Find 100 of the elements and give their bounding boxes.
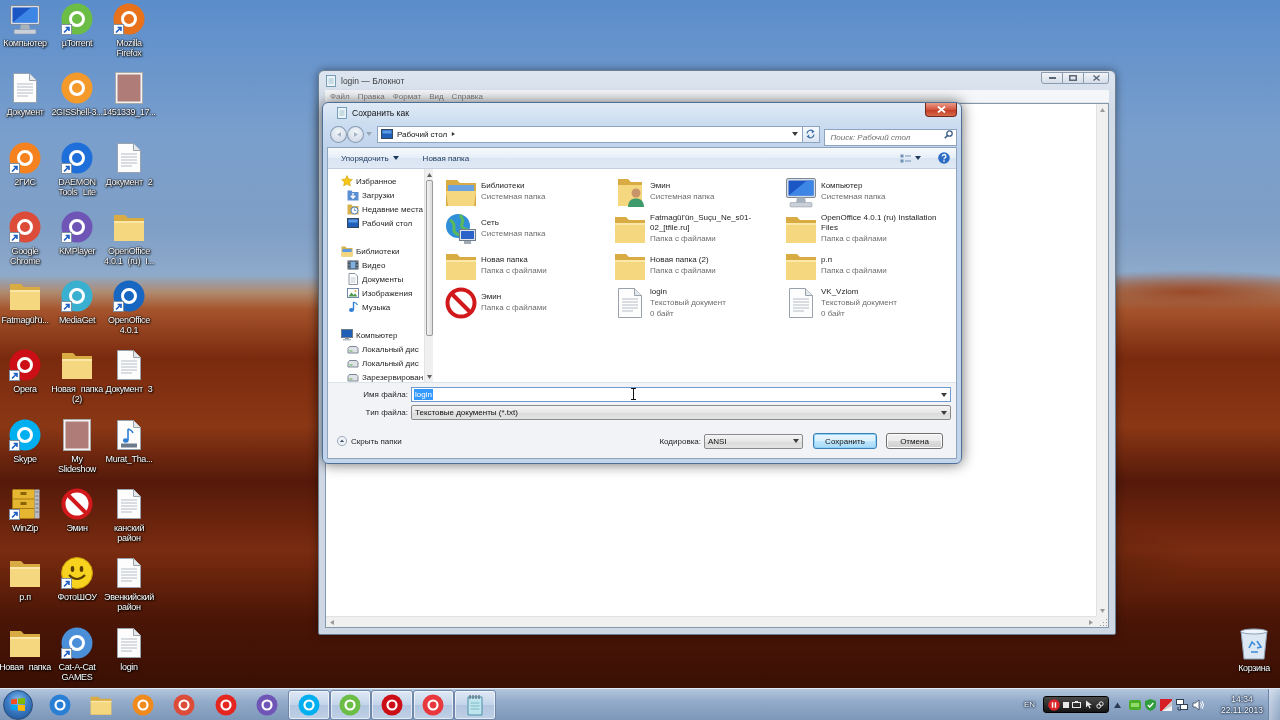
desktop-icon-label[interactable]: Корзина xyxy=(1238,663,1270,673)
menu-item[interactable]: Файл xyxy=(326,91,354,101)
hide-folders-button[interactable]: Скрыть папки xyxy=(335,434,404,448)
desktop-icon-label[interactable]: OpenOffice 4.0.1 xyxy=(103,315,155,336)
arrow-up-icon[interactable] xyxy=(426,172,432,177)
shield-check-icon[interactable] xyxy=(1145,698,1156,711)
scrollbar[interactable] xyxy=(424,169,433,382)
taskbar-button[interactable] xyxy=(371,689,413,720)
file-name[interactable]: р.п xyxy=(821,255,887,265)
arrow-down-icon[interactable] xyxy=(426,374,432,379)
breadcrumb-item[interactable]: Рабочий стол xyxy=(396,129,448,139)
nav-item[interactable]: Библиотеки xyxy=(328,244,424,258)
organize-button[interactable]: Упорядочить xyxy=(336,149,404,167)
dialog-button[interactable]: Отмена xyxy=(886,433,943,449)
camera-icon[interactable] xyxy=(1072,701,1082,708)
dialog-button[interactable]: Сохранить xyxy=(813,433,877,449)
resize-grip-icon[interactable] xyxy=(1099,618,1108,627)
menu-item[interactable]: Формат xyxy=(388,91,426,101)
desktop-icon-label[interactable]: Эвенкийский район xyxy=(103,592,155,613)
help-icon[interactable] xyxy=(938,152,950,164)
menu-item[interactable]: Правка xyxy=(353,91,389,101)
maximize-button[interactable] xyxy=(1062,72,1084,84)
picture-thumbnail-icon[interactable] xyxy=(113,72,145,105)
nav-item[interactable]: Документы xyxy=(328,272,424,286)
taskbar-button[interactable] xyxy=(288,689,330,720)
smiley-icon[interactable] xyxy=(61,557,93,590)
app-icon[interactable] xyxy=(9,418,41,451)
file-cabinet-icon[interactable] xyxy=(9,488,41,521)
pause-icon[interactable] xyxy=(1047,698,1060,711)
tray-badge-icon[interactable] xyxy=(1160,698,1172,711)
nav-item[interactable]: Локальный дис xyxy=(328,342,424,356)
nav-item[interactable]: Музыка xyxy=(328,300,424,314)
scrollbar-thumb[interactable] xyxy=(425,180,433,336)
desktop-icon-label[interactable]: Opera xyxy=(13,384,37,395)
close-button[interactable] xyxy=(925,103,957,117)
file-name[interactable]: Эмин xyxy=(650,181,715,191)
desktop-icon-label[interactable]: My Slideshow xyxy=(51,453,103,474)
speaker-icon[interactable] xyxy=(1192,698,1204,711)
taskbar-button[interactable] xyxy=(454,689,496,720)
network-icon[interactable] xyxy=(1176,698,1188,711)
desktop-icon-label[interactable]: Новая папка (2) xyxy=(51,384,103,405)
recycle-bin-icon[interactable] xyxy=(1240,628,1269,660)
desktop-icon-label[interactable]: Документ 3 xyxy=(105,384,153,395)
desktop-icon-label[interactable]: Cat-A-Cat GAMES xyxy=(51,661,103,682)
app-icon[interactable] xyxy=(61,626,93,659)
refresh-button[interactable] xyxy=(802,125,821,143)
nav-item[interactable]: Загрузки xyxy=(328,188,424,202)
address-bar[interactable]: Рабочий стол xyxy=(376,125,803,143)
file-name[interactable]: Fatmagül'ün_Suçu_Ne_s01-02_[tfile.ru] xyxy=(650,213,781,233)
chevron-right-icon[interactable] xyxy=(451,132,456,136)
search-field[interactable]: Поиск: Рабочий стол xyxy=(824,128,957,146)
monitor-icon[interactable] xyxy=(9,3,41,35)
nav-item[interactable]: Рабочий стол xyxy=(328,216,424,230)
nav-item[interactable]: Видео xyxy=(328,258,424,272)
menu-item[interactable]: Справка xyxy=(447,91,487,101)
tray-tile-icon[interactable] xyxy=(1129,699,1141,710)
search-icon[interactable] xyxy=(944,129,953,139)
prohibited-icon[interactable] xyxy=(61,488,93,521)
new-folder-button[interactable]: Новая папка xyxy=(417,149,475,167)
desktop-icon-label[interactable]: р.п xyxy=(19,592,31,603)
forward-button[interactable] xyxy=(346,125,364,143)
monitor-icon[interactable] xyxy=(785,175,817,208)
arrow-up-icon[interactable] xyxy=(1100,107,1105,112)
menu-item[interactable]: Вид xyxy=(425,91,448,101)
desktop-icon-label[interactable]: ФотоШОУ xyxy=(57,592,97,603)
desktop-icon-label[interactable]: Новая папка xyxy=(0,661,51,672)
file-name[interactable]: Сеть xyxy=(481,218,546,228)
close-button[interactable] xyxy=(1083,72,1109,84)
file-name[interactable]: VK_Vzlom xyxy=(821,286,897,297)
arrow-left-icon[interactable] xyxy=(329,619,334,625)
desktop-icon-label[interactable]: login xyxy=(120,661,138,672)
encoding-select[interactable]: ANSI xyxy=(704,433,803,449)
desktop-icon-label[interactable]: MediaGet xyxy=(58,315,96,326)
app-icon[interactable] xyxy=(9,349,41,382)
desktop-icon-label[interactable]: WinZip xyxy=(12,523,38,534)
stop-icon[interactable] xyxy=(1063,701,1070,708)
arrow-right-icon[interactable] xyxy=(1088,619,1093,625)
nav-item[interactable]: Зарезервирован xyxy=(328,370,424,382)
scrollbar[interactable] xyxy=(1096,104,1108,616)
start-button[interactable] xyxy=(3,689,33,720)
nav-item[interactable]: Избранное xyxy=(328,174,424,188)
desktop-icon-label[interactable]: Skype xyxy=(13,453,37,464)
nav-item[interactable]: Изображения xyxy=(328,286,424,300)
desktop-icon-label[interactable]: канский район xyxy=(103,523,155,544)
desktop-icon-label[interactable]: Эмин xyxy=(66,523,88,534)
link-icon[interactable] xyxy=(1096,700,1105,709)
desktop-icon-label[interactable]: Fatmagül'ü... xyxy=(1,315,49,326)
nav-item[interactable]: Локальный дис xyxy=(328,356,424,370)
file-name[interactable]: Новая папка xyxy=(481,255,547,265)
minimize-button[interactable] xyxy=(1041,72,1063,84)
chevron-up-icon[interactable] xyxy=(1114,701,1121,708)
picture-thumbnail-icon[interactable] xyxy=(61,418,93,451)
file-name[interactable]: Библиотеки xyxy=(481,181,546,191)
show-desktop-button[interactable] xyxy=(1268,688,1280,720)
file-name[interactable]: Компьютер xyxy=(821,181,886,191)
file-name[interactable]: login xyxy=(650,286,726,297)
nav-item[interactable]: Недавние места xyxy=(328,202,424,216)
cursor-icon[interactable] xyxy=(1084,700,1093,709)
globe-icon[interactable] xyxy=(445,212,477,245)
nav-item[interactable]: Компьютер xyxy=(328,328,424,342)
